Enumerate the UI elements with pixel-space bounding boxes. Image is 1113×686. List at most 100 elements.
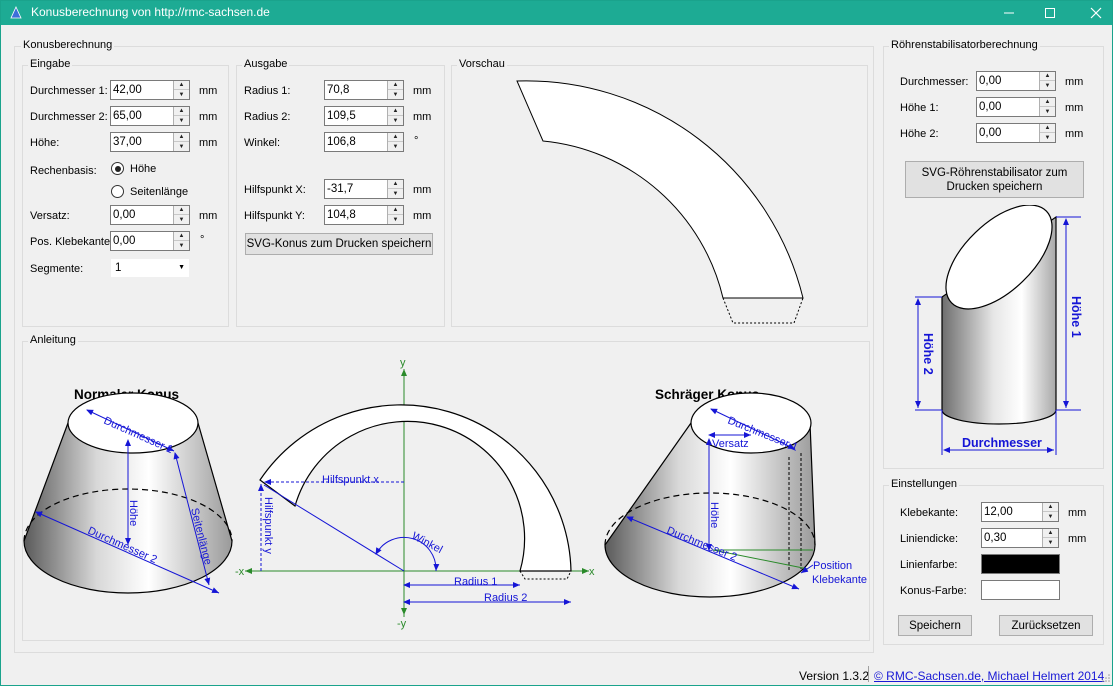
spin-down-icon[interactable]: ▼ xyxy=(1040,107,1055,116)
spin-down-icon[interactable]: ▼ xyxy=(1043,512,1058,521)
hilfx-spinner[interactable]: ▲ ▼ xyxy=(387,180,403,198)
winkel-spinner[interactable]: ▲ ▼ xyxy=(387,133,403,151)
minimize-button[interactable] xyxy=(986,1,1032,25)
hoehe-input[interactable]: 37,00 ▲ ▼ xyxy=(110,132,190,152)
spin-down-icon[interactable]: ▼ xyxy=(1040,133,1055,142)
radius2-unit: mm xyxy=(413,111,432,123)
minimize-icon xyxy=(1004,12,1014,14)
close-button[interactable] xyxy=(1073,1,1113,25)
radio-seitenlaenge-label[interactable]: Seitenlänge xyxy=(130,185,188,199)
radius2-fig-label: Radius 2 xyxy=(484,592,527,604)
spin-up-icon[interactable]: ▲ xyxy=(1040,124,1055,133)
roehren-hoehe2-label: Höhe 2: xyxy=(900,128,939,140)
resize-grip-icon[interactable] xyxy=(1101,673,1111,683)
speichern-button[interactable]: Speichern xyxy=(898,615,972,636)
app-icon xyxy=(10,6,22,19)
roehren-hoehe1-spinner[interactable]: ▲ ▼ xyxy=(1039,98,1055,116)
status-divider xyxy=(868,666,869,682)
radio-hoehe-label[interactable]: Höhe xyxy=(130,162,156,176)
roehren-hoehe1-input[interactable]: 0,00 ▲ ▼ xyxy=(976,97,1056,117)
anleitung-diagram: Normaler Konus Durchmesser 1 Höhe Seiten… xyxy=(23,357,867,630)
spin-up-icon[interactable]: ▲ xyxy=(1043,529,1058,538)
copyright-link[interactable]: © RMC-Sachsen.de, Michael Helmert 2014 xyxy=(874,669,1104,683)
versatz-input[interactable]: 0,00 ▲ ▼ xyxy=(110,205,190,225)
spin-down-icon[interactable]: ▼ xyxy=(388,90,403,99)
spin-up-icon[interactable]: ▲ xyxy=(1040,98,1055,107)
klebekante-spinner[interactable]: ▲ ▼ xyxy=(1042,503,1058,521)
hilfy-output[interactable]: 104,8 ▲ ▼ xyxy=(324,205,404,225)
hilfx-output[interactable]: -31,7 ▲ ▼ xyxy=(324,179,404,199)
spin-up-icon[interactable]: ▲ xyxy=(1040,72,1055,81)
spin-up-icon[interactable]: ▲ xyxy=(174,133,189,142)
spin-down-icon[interactable]: ▼ xyxy=(388,189,403,198)
linienfarbe-swatch[interactable] xyxy=(981,554,1060,574)
spin-down-icon[interactable]: ▼ xyxy=(174,142,189,151)
spin-up-icon[interactable]: ▲ xyxy=(388,81,403,90)
zuruecksetzen-button[interactable]: Zurücksetzen xyxy=(999,615,1093,636)
durchmesser2-spinner[interactable]: ▲ ▼ xyxy=(173,107,189,125)
radio-hoehe[interactable] xyxy=(111,162,124,175)
eingabe-group xyxy=(22,65,229,327)
hilfy-value: 104,8 xyxy=(327,209,356,221)
liniendicke-spinner[interactable]: ▲ ▼ xyxy=(1042,529,1058,547)
durchmesser1-input[interactable]: 42,00 ▲ ▼ xyxy=(110,80,190,100)
rechenbasis-label: Rechenbasis: xyxy=(30,165,97,177)
spin-up-icon[interactable]: ▲ xyxy=(174,206,189,215)
hoehe-spinner[interactable]: ▲ ▼ xyxy=(173,133,189,151)
spin-up-icon[interactable]: ▲ xyxy=(174,107,189,116)
winkel-output[interactable]: 106,8 ▲ ▼ xyxy=(324,132,404,152)
klebekante-input[interactable]: 12,00 ▲ ▼ xyxy=(981,502,1059,522)
spin-down-icon[interactable]: ▼ xyxy=(174,116,189,125)
konusfarbe-swatch[interactable] xyxy=(981,580,1060,600)
klebekante-pos-unit: ° xyxy=(200,234,205,246)
spin-down-icon[interactable]: ▼ xyxy=(388,142,403,151)
roehren-hoehe2-input[interactable]: 0,00 ▲ ▼ xyxy=(976,123,1056,143)
spin-up-icon[interactable]: ▲ xyxy=(388,133,403,142)
spin-up-icon[interactable]: ▲ xyxy=(388,206,403,215)
spin-down-icon[interactable]: ▼ xyxy=(174,215,189,224)
radius1-output[interactable]: 70,8 ▲ ▼ xyxy=(324,80,404,100)
segmente-select[interactable]: 1 ▼ xyxy=(110,258,190,278)
klebekante-pos-input[interactable]: 0,00 ▲ ▼ xyxy=(110,231,190,251)
spin-up-icon[interactable]: ▲ xyxy=(174,232,189,241)
roehren-durchmesser-spinner[interactable]: ▲ ▼ xyxy=(1039,72,1055,90)
liniendicke-input[interactable]: 0,30 ▲ ▼ xyxy=(981,528,1059,548)
roehren-diagram: Höhe 2 Höhe 1 Durchmesser xyxy=(915,205,1083,455)
save-svg-roehren-button[interactable]: SVG-Röhrenstabilisator zum Drucken speic… xyxy=(905,161,1084,198)
durchmesser1-label: Durchmesser 1: xyxy=(30,85,108,97)
spin-down-icon[interactable]: ▼ xyxy=(174,241,189,250)
roehren-hoehe2-spinner[interactable]: ▲ ▼ xyxy=(1039,124,1055,142)
axis-neg-x-label: -x xyxy=(235,566,245,578)
maximize-button[interactable] xyxy=(1027,1,1073,25)
hilfx-value: -31,7 xyxy=(327,183,354,195)
hilfy-spinner[interactable]: ▲ ▼ xyxy=(387,206,403,224)
klebekante-pos-spinner[interactable]: ▲ ▼ xyxy=(173,232,189,250)
klebekante-pos-label: Pos. Klebekante: xyxy=(30,236,114,248)
radius2-spinner[interactable]: ▲ ▼ xyxy=(387,107,403,125)
spin-up-icon[interactable]: ▲ xyxy=(388,107,403,116)
spin-down-icon[interactable]: ▼ xyxy=(174,90,189,99)
versatz-label: Versatz: xyxy=(30,210,70,222)
spin-down-icon[interactable]: ▼ xyxy=(388,215,403,224)
radius2-label: Radius 2: xyxy=(244,111,291,123)
spin-up-icon[interactable]: ▲ xyxy=(388,180,403,189)
radius2-output[interactable]: 109,5 ▲ ▼ xyxy=(324,106,404,126)
spin-down-icon[interactable]: ▼ xyxy=(1043,538,1058,547)
durchmesser2-input[interactable]: 65,00 ▲ ▼ xyxy=(110,106,190,126)
durchmesser1-spinner[interactable]: ▲ ▼ xyxy=(173,81,189,99)
spin-up-icon[interactable]: ▲ xyxy=(1043,503,1058,512)
versatz-spinner[interactable]: ▲ ▼ xyxy=(173,206,189,224)
chevron-down-icon[interactable]: ▼ xyxy=(178,264,185,271)
durchmesser1-unit: mm xyxy=(199,85,218,97)
winkel-unit: ° xyxy=(414,135,419,147)
anleitung-label: Anleitung xyxy=(28,334,78,347)
einstellungen-label: Einstellungen xyxy=(889,478,960,491)
radius1-spinner[interactable]: ▲ ▼ xyxy=(387,81,403,99)
spin-up-icon[interactable]: ▲ xyxy=(174,81,189,90)
spin-down-icon[interactable]: ▼ xyxy=(1040,81,1055,90)
spin-down-icon[interactable]: ▼ xyxy=(388,116,403,125)
save-svg-konus-button[interactable]: SVG-Konus zum Drucken speichern xyxy=(245,233,433,255)
roehren-durchmesser-input[interactable]: 0,00 ▲ ▼ xyxy=(976,71,1056,91)
radio-seitenlaenge[interactable] xyxy=(111,185,124,198)
roehren-hoehe1-unit: mm xyxy=(1065,102,1084,114)
